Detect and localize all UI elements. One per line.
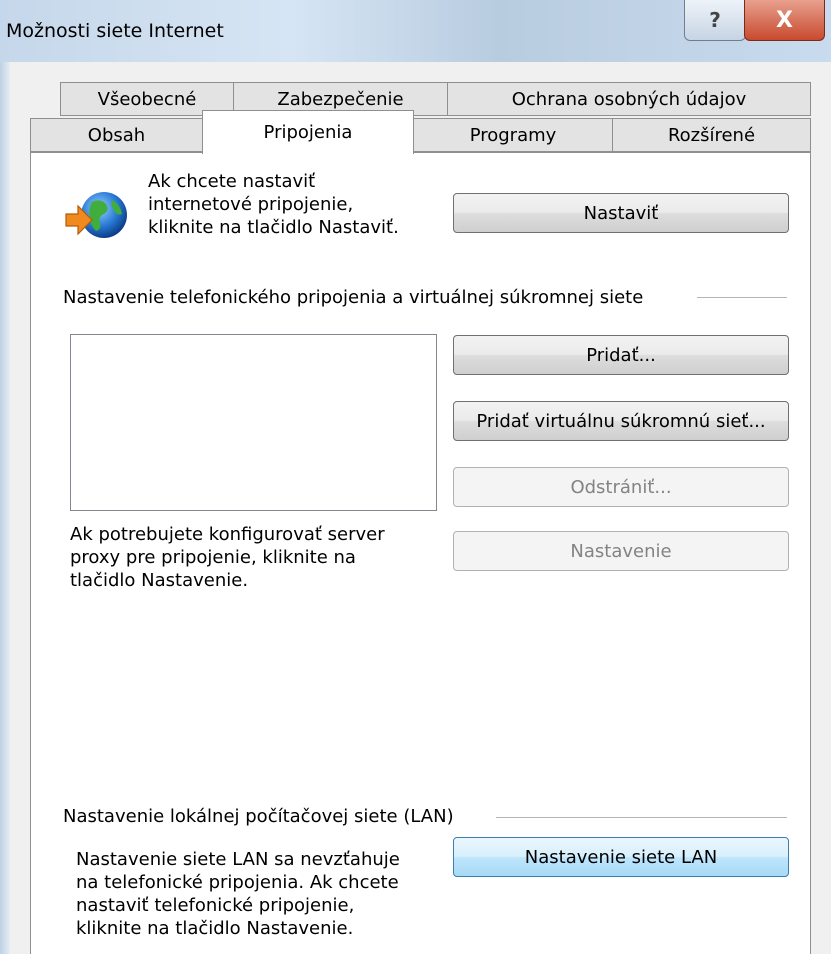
proxy-text-2: proxy pre pripojenie, kliknite na: [70, 547, 356, 568]
add-button[interactable]: Pridať...: [453, 335, 789, 375]
add-vpn-button[interactable]: Pridať virtuálnu súkromnú sieť...: [453, 401, 789, 441]
setup-text-1: Ak chcete nastaviť: [148, 171, 316, 192]
globe-with-arrow-icon: [65, 192, 127, 238]
setup-button[interactable]: Nastaviť: [453, 193, 789, 233]
proxy-text-1: Ak potrebujete konfigurovať server: [70, 524, 385, 545]
lan-settings-button[interactable]: Nastavenie siete LAN: [453, 837, 789, 877]
lan-group-label: Nastavenie lokálnej počítačovej siete (L…: [63, 806, 454, 827]
lan-text-1: Nastavenie siete LAN sa nevzťahuje: [76, 849, 400, 870]
lan-text-2: na telefonické pripojenia. Ak chcete: [76, 872, 399, 893]
remove-button[interactable]: Odstrániť...: [453, 467, 789, 507]
lan-group-line: [496, 817, 787, 818]
setup-text-3: kliknite na tlačidlo Nastaviť.: [148, 217, 399, 238]
dialup-group-label: Nastavenie telefonického pripojenia a vi…: [63, 287, 644, 308]
lan-text-4: kliknite na tlačidlo Nastavenie.: [76, 918, 354, 939]
dialup-group-line: [697, 297, 787, 298]
connections-content: Ak chcete nastaviť internetové pripojeni…: [0, 0, 831, 954]
setup-text-2: internetové pripojenie,: [148, 194, 354, 215]
connections-list[interactable]: [70, 334, 437, 511]
settings-button[interactable]: Nastavenie: [453, 531, 789, 571]
lan-text-3: nastaviť telefonické pripojenie,: [76, 895, 355, 916]
proxy-text-3: tlačidlo Nastavenie.: [70, 570, 249, 591]
